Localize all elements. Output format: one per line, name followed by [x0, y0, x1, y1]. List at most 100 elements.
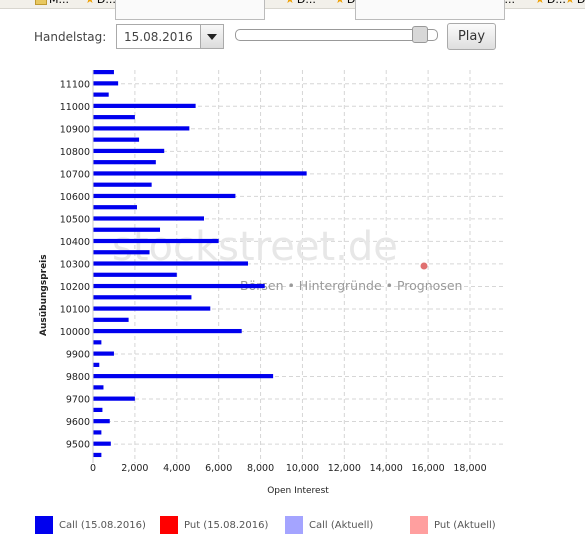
top-select-right[interactable]: [355, 0, 505, 20]
star-icon: ★: [285, 0, 295, 6]
y-tick-label: 10500: [60, 214, 90, 225]
x-tick-label: 10,000: [286, 463, 319, 474]
bookmark-label: D...: [297, 0, 316, 6]
call-bar: [93, 385, 104, 390]
x-tick-label: 6,000: [205, 463, 232, 474]
call-bar: [93, 171, 307, 176]
call-bar: [93, 452, 102, 458]
call-bar: [93, 261, 248, 266]
legend-swatch: [410, 516, 428, 534]
open-interest-chart: stockstreet.de Börsen • Hintergründe • P…: [39, 70, 505, 496]
bookmark-item[interactable]: ★D...: [285, 0, 316, 6]
date-select[interactable]: 15.08.2016: [116, 24, 224, 49]
call-bar: [93, 193, 236, 199]
call-bar: [93, 250, 150, 255]
call-bar: [93, 205, 137, 210]
star-icon: ★: [335, 0, 345, 6]
y-tick-label: 9600: [66, 417, 90, 428]
call-bar: [93, 137, 140, 142]
legend-swatch: [285, 516, 303, 534]
bookmark-label: M...: [49, 0, 69, 6]
x-tick-label: 4,000: [163, 463, 190, 474]
date-slider[interactable]: [235, 29, 438, 41]
call-bar: [93, 328, 242, 334]
y-tick-label: 11000: [60, 102, 90, 113]
call-bar: [93, 317, 129, 322]
x-axis-label: Open Interest: [267, 486, 329, 496]
x-tick-label: 0: [90, 463, 96, 474]
call-bar: [93, 419, 110, 424]
call-bar: [93, 306, 211, 311]
call-bar: [93, 126, 190, 131]
folder-icon: [35, 0, 47, 5]
y-tick-label: 10900: [60, 124, 90, 135]
y-tick-label: 10700: [60, 169, 90, 180]
legend-label: Call (Aktuell): [309, 520, 374, 531]
bookmark-icon: ★: [85, 0, 95, 6]
call-bar: [93, 272, 177, 277]
call-bar: [93, 115, 135, 120]
legend-swatch: [160, 516, 178, 534]
top-select-left[interactable]: [115, 0, 265, 20]
legend-label: Call (15.08.2016): [59, 520, 146, 531]
bookmark-item[interactable]: ★D...: [85, 0, 116, 6]
watermark: stockstreet.de Börsen • Hintergründe • P…: [112, 224, 462, 293]
y-tick-label: 9700: [66, 395, 90, 406]
call-bar: [93, 441, 111, 446]
star-icon: ★: [535, 0, 545, 6]
x-tick-label: 18,000: [453, 463, 486, 474]
x-tick-labels: 0 2,000 4,000 6,000 8,000 10,000 12,000 14,000 1…: [90, 463, 487, 474]
x-tick-label: 12,000: [328, 463, 361, 474]
date-label: Handelstag:: [34, 30, 107, 44]
call-bar: [93, 216, 205, 221]
legend-label: Put (Aktuell): [434, 520, 496, 531]
call-bar: [93, 362, 100, 367]
y-tick-label: 10300: [60, 259, 90, 270]
slider-handle[interactable]: [411, 26, 428, 43]
call-bar: [93, 81, 119, 86]
call-bar: [93, 340, 102, 345]
y-tick-labels: 11100 11000 10900 10800 10700 10600 10500 10400…: [60, 79, 90, 450]
y-tick-label: 9500: [66, 440, 90, 451]
y-tick-label: 10000: [60, 327, 90, 338]
call-bar: [93, 92, 109, 97]
call-bar: [93, 374, 274, 379]
x-tick-label: 2,000: [121, 463, 148, 474]
date-value: 15.08.2016: [124, 30, 193, 44]
call-bar: [93, 283, 265, 289]
y-tick-label: 10600: [60, 192, 90, 203]
star-icon: ★: [565, 0, 575, 6]
play-button[interactable]: Play: [447, 23, 496, 50]
y-tick-label: 9800: [66, 372, 90, 383]
y-tick-label: 10100: [60, 304, 90, 315]
bookmark-item[interactable]: M...: [35, 0, 69, 6]
call-bar: [93, 407, 103, 412]
bookmark-label: D...: [547, 0, 566, 6]
bookmark-item[interactable]: ★D...: [535, 0, 566, 6]
call-bar: [93, 396, 135, 401]
x-tick-label: 8,000: [247, 463, 274, 474]
legend-swatch: [35, 516, 53, 534]
call-bar: [93, 227, 161, 232]
call-bar: [93, 103, 196, 108]
call-bar: [93, 182, 152, 187]
bookmark-item[interactable]: ★D...: [565, 0, 585, 6]
x-tick-label: 14,000: [370, 463, 403, 474]
call-bar: [93, 70, 114, 75]
bookmark-label: D...: [97, 0, 116, 6]
call-bar: [93, 351, 114, 356]
legend-label: Put (15.08.2016): [184, 520, 269, 531]
watermark-tagline: Börsen • Hintergründe • Prognosen: [240, 278, 462, 293]
watermark-dot: [420, 262, 428, 270]
call-bar: [93, 148, 165, 154]
y-tick-label: 11100: [60, 79, 90, 90]
call-bar: [93, 160, 156, 165]
call-bar: [93, 295, 192, 300]
bookmark-label: D...: [577, 0, 585, 6]
call-bar: [93, 238, 219, 244]
y-axis-label: Ausübungspreis: [39, 254, 49, 336]
x-tick-label: 16,000: [411, 463, 444, 474]
chevron-down-icon[interactable]: [200, 25, 223, 48]
y-tick-label: 10400: [60, 237, 90, 248]
call-bar: [93, 430, 102, 435]
